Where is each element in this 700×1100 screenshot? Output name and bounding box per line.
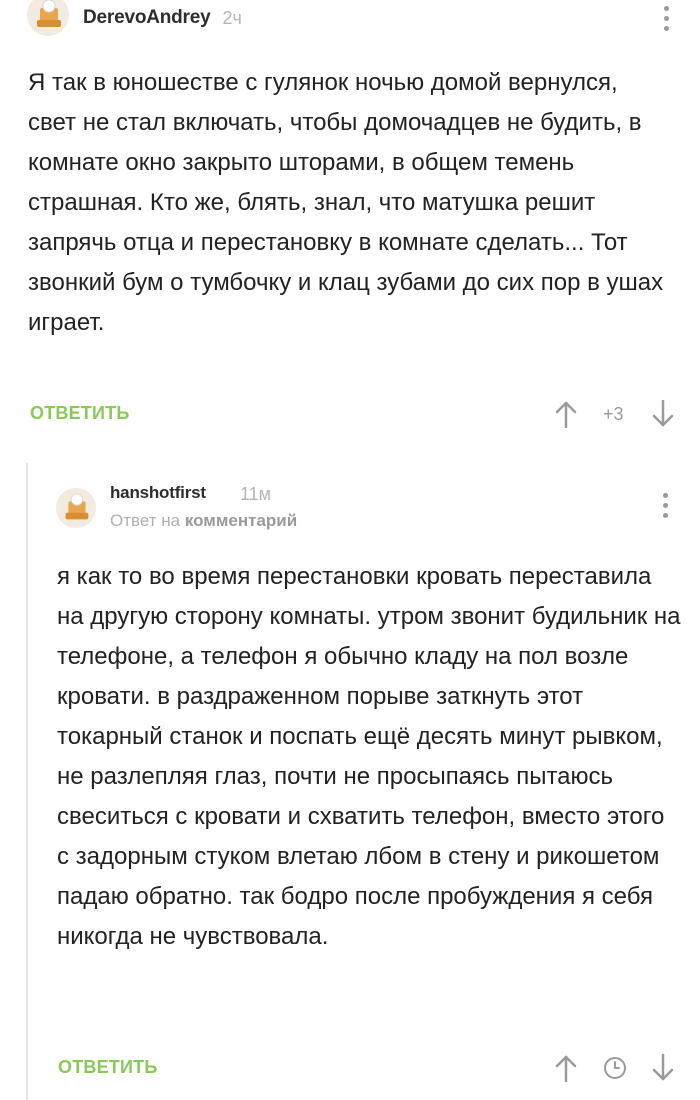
comment-author[interactable]: hanshotfirst — [110, 483, 206, 503]
arrow-down-icon[interactable] — [651, 400, 675, 428]
reply-target-link[interactable]: комментарий — [185, 511, 297, 530]
arrow-up-icon[interactable] — [554, 400, 578, 428]
more-vertical-icon[interactable] — [661, 493, 669, 518]
reply-comment-header — [56, 482, 96, 528]
arrow-up-icon[interactable] — [554, 1054, 578, 1082]
comment-thread: DerevoAndrey 2ч Я так в юношестве с гуля… — [0, 0, 700, 1100]
avatar-icon — [56, 488, 96, 528]
comment-text: Я так в юношестве с гулянок ночью домой … — [28, 69, 664, 336]
reply-button[interactable]: ОТВЕТИТЬ — [58, 1057, 157, 1078]
comment-author[interactable]: DerevoAndrey — [83, 7, 211, 29]
comment-time: 11м — [240, 484, 272, 504]
avatar[interactable] — [56, 488, 96, 528]
arrow-down-icon[interactable] — [651, 1054, 675, 1082]
avatar-icon — [27, 0, 69, 36]
avatar[interactable] — [27, 0, 69, 36]
more-vertical-icon[interactable] — [662, 6, 670, 31]
thread-line — [26, 463, 28, 1100]
comment-rating: +3 — [603, 404, 624, 424]
reply-to-label: Ответ на комментарий — [110, 511, 297, 531]
comment-time: 2ч — [222, 7, 242, 28]
comment-actions: ОТВЕТИТЬ — [58, 1057, 157, 1078]
clock-icon[interactable] — [603, 1056, 627, 1080]
comment-header: DerevoAndrey 2ч — [27, 0, 242, 36]
comment-actions: ОТВЕТИТЬ — [30, 403, 129, 424]
comment-text: я как то во время перестановки кровать п… — [57, 563, 681, 950]
reply-prefix: Ответ на — [110, 511, 181, 530]
reply-button[interactable]: ОТВЕТИТЬ — [30, 403, 129, 424]
